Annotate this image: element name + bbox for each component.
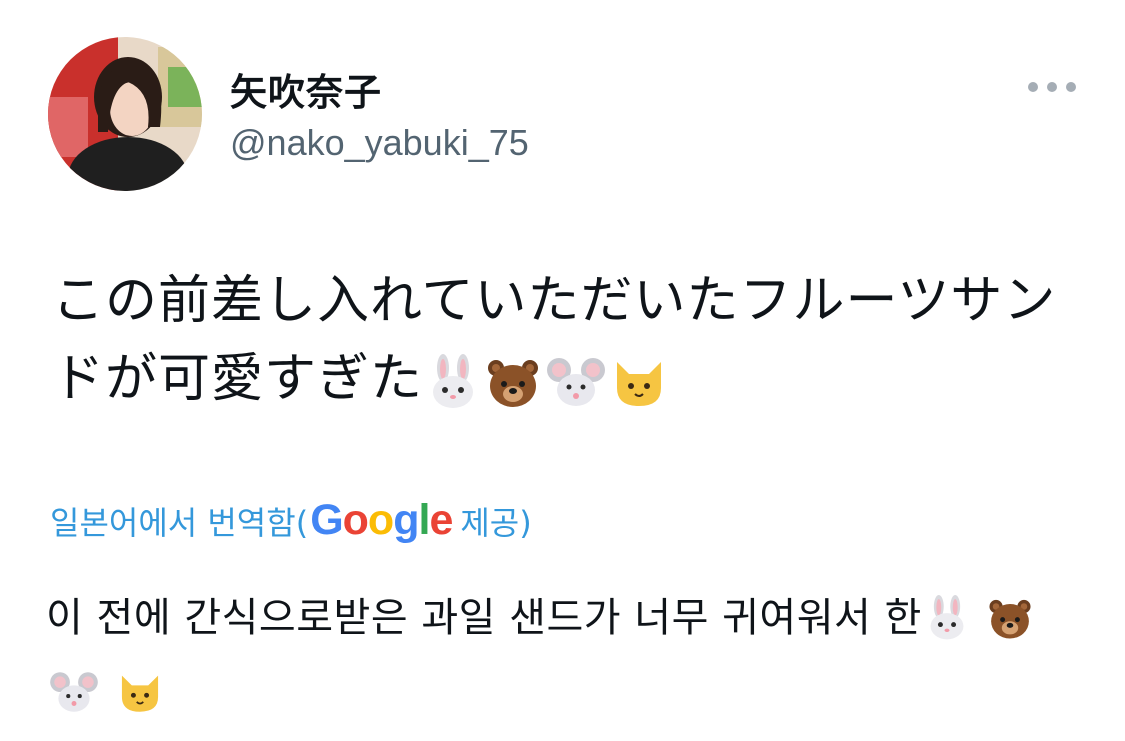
rabbit-face-icon [924, 595, 970, 660]
translation-attribution[interactable]: 일본어에서 번역함( Google 제공) [50, 496, 532, 545]
more-options-button[interactable] [1024, 72, 1080, 102]
ellipsis-icon-dot [1066, 82, 1076, 92]
display-name[interactable]: 矢吹奈子 [230, 62, 382, 116]
rabbit-face-icon [425, 354, 481, 432]
ellipsis-icon [1028, 82, 1038, 92]
cat-face-icon [117, 669, 163, 734]
user-handle[interactable]: @nako_yabuki_75 [230, 122, 529, 164]
avatar[interactable] [48, 37, 202, 191]
ellipsis-icon-dot [1047, 82, 1057, 92]
translation-provider-suffix: 제공) [460, 503, 532, 542]
mouse-face-icon [545, 354, 607, 432]
mouse-face-icon [48, 669, 100, 734]
tweet-text: この前差し入れていただいたフルーツサンドが可愛すぎた [52, 262, 1062, 432]
bear-face-icon [485, 354, 541, 432]
google-logo: Google [310, 496, 453, 544]
bear-face-icon [987, 595, 1033, 660]
cat-face-icon [611, 354, 667, 432]
translated-body: 이 전에 간식으로받은 과일 샌드가 너무 귀여워서 한 [46, 595, 922, 641]
translation-label: 일본어에서 번역함( [50, 503, 309, 542]
translated-text: 이 전에 간식으로받은 과일 샌드가 너무 귀여워서 한 [46, 586, 1076, 734]
